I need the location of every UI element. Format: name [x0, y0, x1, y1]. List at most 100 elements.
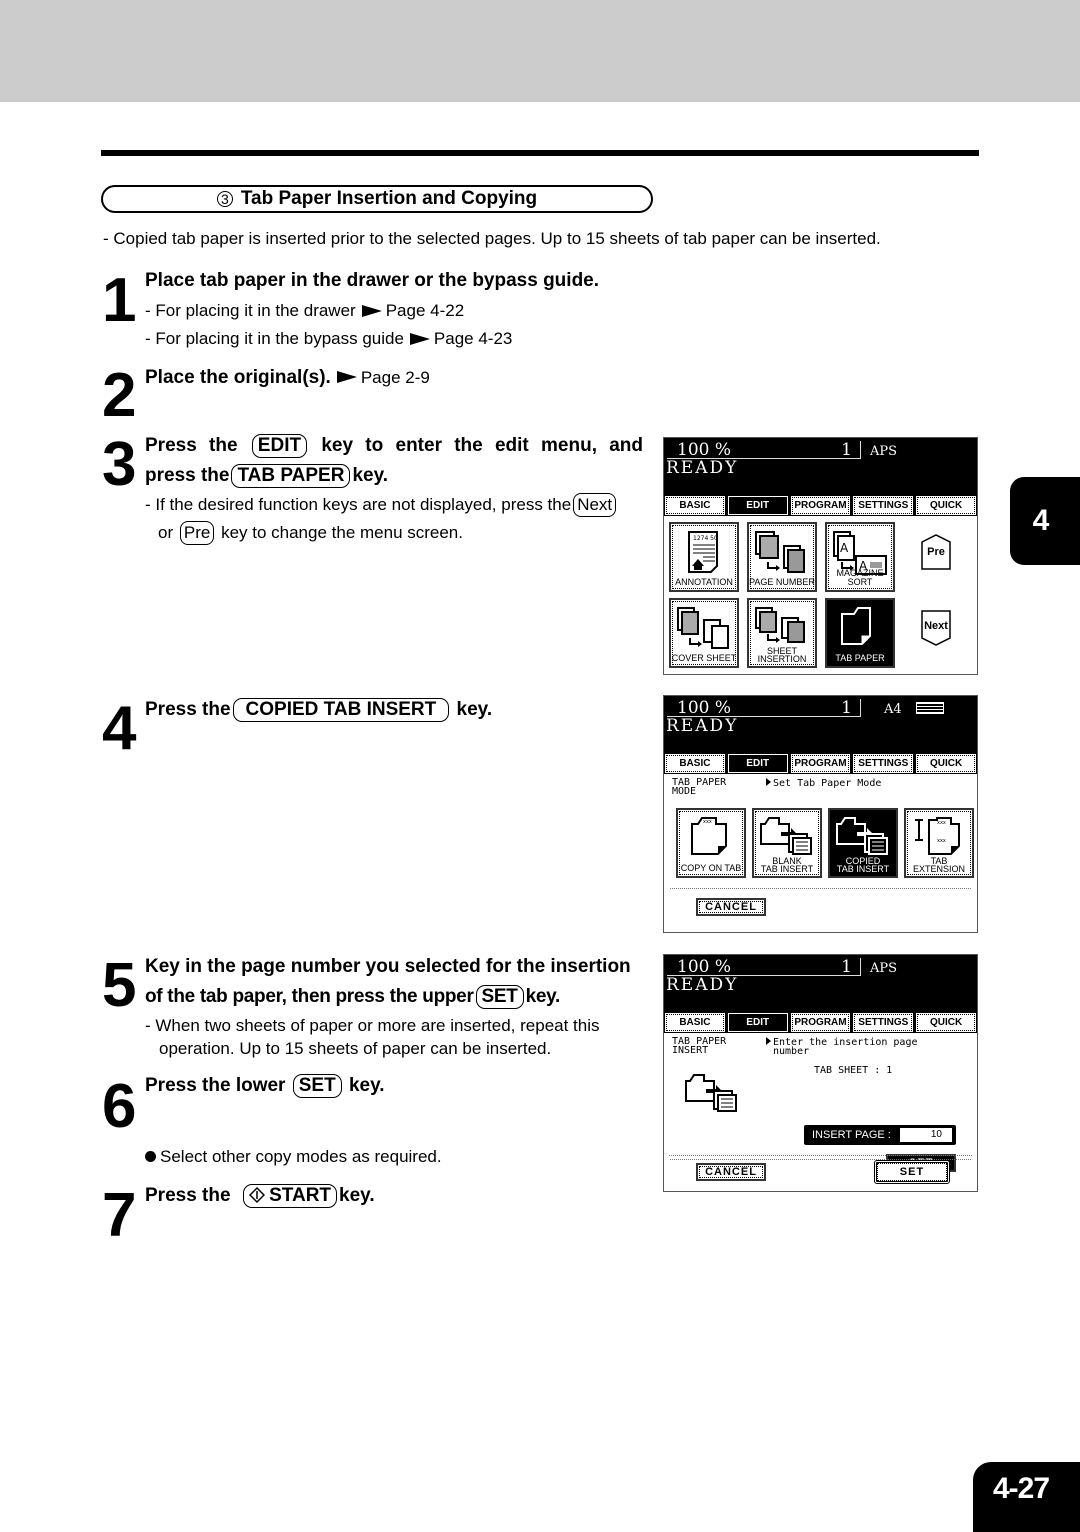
tab-program[interactable]: PROGRAM [790, 1013, 851, 1032]
insert-page-field[interactable]: INSERT PAGE : 10 [804, 1125, 956, 1145]
tab-insert-icon [760, 817, 812, 855]
divider [669, 1155, 972, 1156]
next-button[interactable]: Next [921, 610, 951, 646]
step-6-bullet: Select other copy modes as required. [145, 1143, 442, 1171]
step-number-6: 6 [102, 1072, 137, 1141]
tab-edit[interactable]: EDIT [727, 754, 788, 773]
step-3-heading-line2: press the TAB PAPER key. [145, 464, 389, 488]
tab-paper-key[interactable]: TAB PAPER [231, 464, 351, 488]
section-title: 3 Tab Paper Insertion and Copying [101, 185, 653, 213]
page-number-button[interactable]: PAGE NUMBER [747, 522, 817, 592]
step-5-heading-line1: Key in the page number you selected for … [145, 956, 631, 977]
tab-extension-button[interactable]: xxx xxx TAB EXTENSION [904, 808, 974, 878]
copied-tab-insert-key[interactable]: COPIED TAB INSERT [232, 698, 450, 722]
tab-folder-icon: xxx [691, 817, 727, 855]
top-rule [101, 150, 979, 156]
cover-sheet-icon [677, 607, 729, 649]
sheet-insertion-icon [755, 607, 805, 643]
step-6-heading: Press the lower SET key. [145, 1074, 385, 1098]
tab-settings[interactable]: SETTINGS [853, 496, 914, 515]
copied-tab-insert-button[interactable]: COPIED TAB INSERT [828, 808, 898, 878]
ready-status: READY [666, 975, 739, 995]
magazine-sort-button[interactable]: AA MAGAZINE SORT [825, 522, 895, 592]
tab-quick[interactable]: QUICK [916, 496, 976, 515]
tab-extension-icon: xxx xxx [915, 817, 960, 855]
tab-insert-icon [836, 817, 888, 855]
paper-tray-icon [916, 702, 944, 714]
tab-quick[interactable]: QUICK [916, 754, 976, 773]
copied-tab-insert-icon [685, 1074, 737, 1112]
tab-sheet-readout: TAB SHEET : 1 [814, 1065, 893, 1076]
page-number-icon [755, 531, 805, 573]
paper-size: APS [870, 444, 898, 459]
tab-settings[interactable]: SETTINGS [853, 1013, 914, 1032]
tab-edit[interactable]: EDIT [727, 1013, 788, 1032]
tab-basic[interactable]: BASIC [665, 496, 725, 515]
upper-set-key[interactable]: SET [475, 985, 524, 1009]
zoom-display: 100 % 1 [667, 441, 861, 459]
step-1-sub-2: - For placing it in the bypass guide Page… [145, 329, 513, 348]
tab-paper-button[interactable]: TAB PAPER [825, 598, 895, 668]
annotation-icon: 1274 50 [688, 531, 718, 573]
zoom-display: 100 % 1 [667, 699, 861, 717]
step-number-3: 3 [102, 430, 137, 499]
step-5-note-line2: operation. Up to 15 sheets of paper can … [159, 1039, 552, 1058]
step-5-heading-line2: of the tab paper, then press the upper SE… [145, 985, 560, 1009]
lcd-tab-bar: BASIC EDIT PROGRAM SETTINGS QUICK [664, 494, 977, 516]
tab-basic[interactable]: BASIC [665, 754, 725, 773]
step-3-note-line1: - If the desired function keys are not d… [145, 491, 618, 519]
ready-status: READY [666, 458, 739, 478]
svg-text:xxx: xxx [937, 820, 946, 826]
step-1-sub-1: - For placing it in the drawer Page 4-22 [145, 301, 465, 320]
copy-on-tab-button[interactable]: xxx COPY ON TAB [676, 808, 746, 878]
mode-message-row: TAB PAPER MODE Set Tab Paper Mode [664, 774, 977, 802]
page-ref-link[interactable]: Page 4-23 [434, 329, 512, 348]
step-1-heading: Place tab paper in the drawer or the byp… [145, 270, 600, 291]
section-intro: - Copied tab paper is inserted prior to … [103, 229, 881, 248]
tab-program[interactable]: PROGRAM [790, 754, 851, 773]
lcd-tab-bar: BASIC EDIT PROGRAM SETTINGS QUICK [664, 752, 977, 774]
step-4-heading: Press the COPIED TAB INSERT key. [145, 698, 493, 722]
lower-set-key[interactable]: SET [292, 1074, 342, 1098]
tab-mode-grid: xxx COPY ON TAB BLANK TAB INSERT COPIED TA… [664, 802, 977, 930]
lcd-panel-edit-menu: 100 % 1 APS READY BASIC EDIT PROGRAM SET… [663, 437, 978, 675]
pre-button[interactable]: Pre [921, 534, 951, 570]
svg-text:xxx: xxx [937, 838, 946, 844]
tab-quick[interactable]: QUICK [916, 1013, 976, 1032]
sheet-insertion-button[interactable]: SHEET INSERTION [747, 598, 817, 668]
step-3-note-line2: or Pre key to change the menu screen. [145, 519, 463, 547]
svg-text:xxx: xxx [703, 819, 712, 825]
reference-arrow-icon [361, 304, 382, 317]
start-key[interactable]: START [243, 1184, 338, 1208]
step-number-5: 5 [102, 951, 137, 1020]
step-2-heading: Place the original(s). Page 2-9 [145, 367, 430, 388]
blank-tab-insert-button[interactable]: BLANK TAB INSERT [752, 808, 822, 878]
step-number-2: 2 [102, 361, 137, 430]
svg-text:A: A [840, 541, 849, 555]
tab-settings[interactable]: SETTINGS [853, 754, 914, 773]
step-number-7: 7 [102, 1181, 137, 1250]
next-key[interactable]: Next [573, 493, 617, 517]
page-ref-link[interactable]: Page 2-9 [361, 368, 430, 387]
cancel-button[interactable]: CANCEL [696, 898, 766, 916]
lcd-panel-tab-paper-mode: 100 % 1 A4 READY BASIC EDIT PROGRAM SETT… [663, 695, 978, 933]
tab-program[interactable]: PROGRAM [790, 496, 851, 515]
step-number-1: 1 [102, 266, 137, 335]
start-diamond-icon [249, 1186, 266, 1204]
paper-size: APS [870, 961, 898, 976]
tab-edit[interactable]: EDIT [727, 496, 788, 515]
cancel-button[interactable]: CANCEL [696, 1163, 766, 1181]
lcd-panel-tab-paper-insert: 100 % 1 APS READY BASIC EDIT PROGRAM SET… [663, 954, 978, 1192]
edit-function-grid: 1274 50 ANNOTATION PAGE NUMBER AA MAGAZI… [664, 516, 977, 674]
cover-sheet-button[interactable]: COVER SHEET [669, 598, 739, 668]
paper-size: A4 [884, 702, 902, 717]
annotation-button[interactable]: 1274 50 ANNOTATION [669, 522, 739, 592]
lcd-status-area: 100 % 1 A4 READY [664, 696, 977, 752]
reference-arrow-icon [409, 332, 430, 345]
insert-page-value[interactable]: 10 [900, 1128, 952, 1142]
edit-key[interactable]: EDIT [251, 434, 308, 458]
pre-key[interactable]: Pre [179, 521, 215, 545]
lower-set-button[interactable]: SET [874, 1160, 950, 1184]
page-ref-link[interactable]: Page 4-22 [386, 301, 464, 320]
tab-basic[interactable]: BASIC [665, 1013, 725, 1032]
